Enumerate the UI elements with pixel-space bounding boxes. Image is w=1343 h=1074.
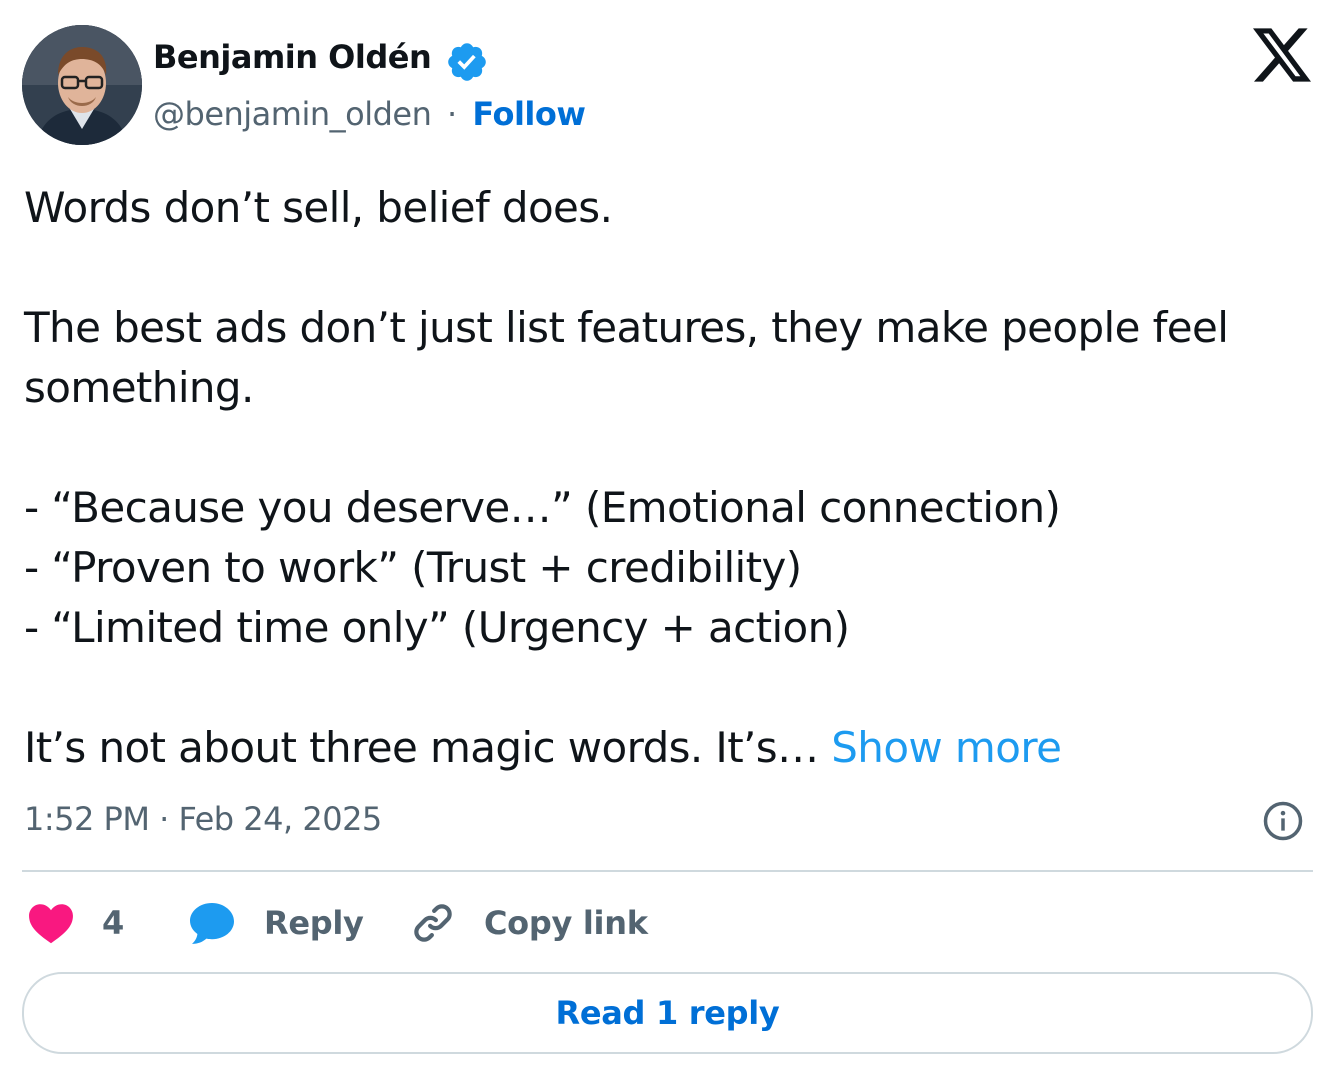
tweet-line: Words don’t sell, belief does. [24, 183, 613, 232]
like-count: 4 [102, 904, 124, 942]
speech-bubble-icon [190, 903, 234, 944]
avatar-image [22, 25, 142, 145]
handle-row: @benjamin_olden · Follow [153, 95, 586, 133]
author-name[interactable]: Benjamin Oldén [153, 38, 432, 76]
separator-dot: · [447, 95, 457, 133]
tweet-line: something. [24, 363, 254, 412]
heart-icon [29, 904, 73, 944]
tweet-card: Benjamin Oldén @benjamin_olden · Follow … [0, 0, 1343, 1074]
reply-button[interactable]: Reply [188, 895, 364, 951]
avatar[interactable] [22, 25, 142, 145]
tweet-last-line: It’s not about three magic words. It’s… … [24, 718, 1324, 778]
reply-label: Reply [264, 904, 364, 942]
x-logo-icon[interactable] [1253, 28, 1311, 82]
author-handle[interactable]: @benjamin_olden [153, 95, 432, 133]
tweet-timestamp[interactable]: 1:52 PM · Feb 24, 2025 [24, 800, 382, 838]
tweet-line: - “Proven to work” (Trust + credibility) [24, 543, 802, 592]
tweet-line: It’s not about three magic words. It’s… [24, 723, 832, 772]
info-icon[interactable] [1262, 800, 1304, 842]
tweet-text: Words don’t sell, belief does. The best … [24, 178, 1324, 778]
verified-badge-icon [448, 43, 486, 81]
copy-link-label: Copy link [484, 904, 648, 942]
read-replies-button[interactable]: Read 1 reply [22, 972, 1313, 1054]
tweet-line: The best ads don’t just list features, t… [24, 303, 1229, 352]
tweet-line: - “Because you deserve…” (Emotional conn… [24, 483, 1061, 532]
follow-link[interactable]: Follow [472, 95, 586, 133]
show-more-link[interactable]: Show more [831, 723, 1062, 772]
like-button[interactable]: 4 [28, 895, 124, 951]
copy-link-button[interactable]: Copy link [410, 895, 648, 951]
link-icon [414, 904, 452, 942]
tweet-line: - “Limited time only” (Urgency + action) [24, 603, 850, 652]
divider [22, 870, 1313, 872]
